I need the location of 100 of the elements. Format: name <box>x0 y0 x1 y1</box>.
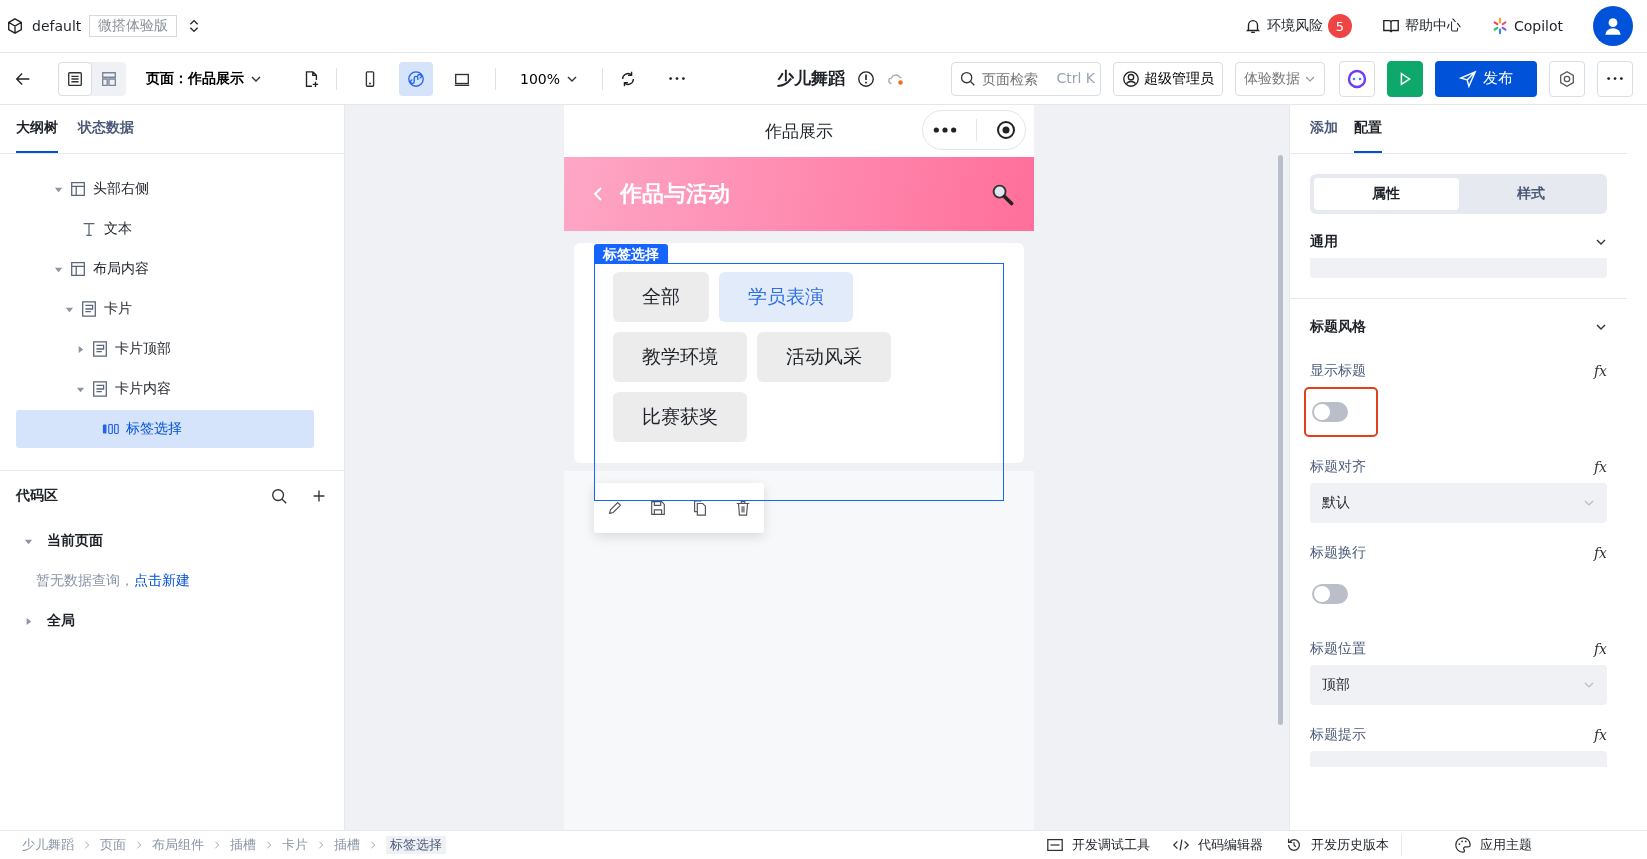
count-badge: 5 <box>1327 14 1352 38</box>
property-label: 标题对齐 <box>1310 458 1366 476</box>
workspace-name[interactable]: default <box>32 18 82 34</box>
palette-icon[interactable] <box>1454 836 1472 854</box>
search-icon[interactable] <box>270 487 288 505</box>
header-title: 作品与活动 <box>620 180 730 208</box>
expand-caret-icon[interactable] <box>24 616 33 626</box>
panel-tab[interactable]: 配置 <box>1354 105 1382 153</box>
chevron-right-icon <box>316 840 326 850</box>
formula-button[interactable]: fx <box>1593 641 1607 657</box>
capsule-menu[interactable] <box>922 110 1026 150</box>
notice-link[interactable]: 环境风险 <box>1266 17 1323 35</box>
component-label: 标签选择 <box>594 244 668 264</box>
app-name: 少儿舞蹈 <box>777 67 846 90</box>
section-title: 通用 <box>1310 233 1338 251</box>
toggle-switch[interactable] <box>1312 584 1348 604</box>
page-selector[interactable]: 页面：作品展示 <box>138 69 270 88</box>
tree-item[interactable]: 布局内容 <box>16 250 314 288</box>
card-icon <box>80 300 98 318</box>
avatar[interactable] <box>1593 6 1633 46</box>
target-icon[interactable] <box>995 120 1016 140</box>
card-icon <box>91 380 109 398</box>
tree-item[interactable]: 头部右侧 <box>16 170 314 208</box>
tag-chip[interactable]: 学员表演 <box>719 272 853 322</box>
selected-tree-item[interactable]: 标签选择 <box>16 410 314 448</box>
tree-item[interactable]: 文本 <box>16 210 314 248</box>
tree-item[interactable]: 卡片 <box>16 290 314 328</box>
toggle-switch[interactable] <box>1312 402 1348 422</box>
formula-button[interactable]: fx <box>1593 363 1607 379</box>
tag-chip[interactable]: 教学环境 <box>613 332 747 382</box>
run-button[interactable] <box>1387 60 1423 97</box>
save-icon[interactable] <box>648 499 667 517</box>
send-icon <box>1459 69 1477 88</box>
tool-link[interactable]: 开发调试工具 <box>1072 836 1150 854</box>
panel-tab[interactable]: 添加 <box>1310 105 1338 153</box>
chevron-right-icon <box>134 840 144 850</box>
sparkle-icon[interactable] <box>1490 17 1509 35</box>
card-icon <box>91 340 109 358</box>
layout-icon <box>69 180 87 198</box>
page-view-toggle[interactable] <box>58 61 92 96</box>
user-silhouette-icon <box>1602 15 1624 37</box>
tag-chip[interactable]: 活动风采 <box>757 332 891 382</box>
assistant-button[interactable] <box>1339 60 1375 97</box>
chevron-right-icon <box>212 840 222 850</box>
chevron-right-icon <box>368 840 378 850</box>
role-button[interactable]: 超级管理员 <box>1113 61 1223 96</box>
tool-link[interactable]: 应用主题 <box>1480 836 1532 854</box>
monitor-icon[interactable] <box>1046 836 1064 854</box>
book-icon[interactable] <box>1381 17 1400 35</box>
more-icon[interactable] <box>669 76 686 81</box>
tool-link[interactable]: 代码编辑器 <box>1198 836 1263 854</box>
warning-icon[interactable] <box>857 69 876 88</box>
tool-link[interactable]: 开发历史版本 <box>1311 836 1389 854</box>
scrollbar[interactable] <box>1278 155 1283 725</box>
publish-button[interactable]: 发布 <box>1435 60 1537 97</box>
settings-button[interactable] <box>1549 60 1585 97</box>
panel-tab[interactable]: 状态数据 <box>78 105 134 153</box>
empty-hint: 暂无数据查询， <box>36 572 134 590</box>
breadcrumb-item[interactable]: 标签选择 <box>386 836 446 854</box>
search-icon <box>959 69 976 87</box>
property-label: 标题提示 <box>1310 726 1366 744</box>
select-field[interactable]: 顶部 <box>1310 665 1607 705</box>
segment-tab[interactable]: 样式 <box>1458 178 1603 210</box>
select-field[interactable]: 默认 <box>1310 483 1607 523</box>
code-group[interactable]: 全局 <box>16 601 328 641</box>
robot-face-icon <box>1347 68 1367 89</box>
tag-chip[interactable]: 比赛获奖 <box>613 392 747 442</box>
cube-icon <box>6 17 24 35</box>
section-title: 代码区 <box>16 487 58 505</box>
panel-tab[interactable]: 大纲树 <box>16 105 58 153</box>
data-source-select[interactable]: 体验数据 <box>1235 61 1325 96</box>
page-title: 作品展示 <box>765 119 833 143</box>
layout-icon <box>100 69 118 88</box>
help-link[interactable]: 帮助中心 <box>1404 17 1461 35</box>
zoom-selector[interactable]: 100% <box>512 70 587 87</box>
formula-button[interactable]: fx <box>1593 545 1607 561</box>
tree-item[interactable]: 卡片内容 <box>16 370 314 408</box>
tag-chip[interactable]: 全部 <box>613 272 709 322</box>
copilot-link[interactable]: Copilot <box>1513 18 1563 34</box>
edition-tag: 微搭体验版 <box>89 15 178 37</box>
property-label: 标题换行 <box>1310 544 1366 562</box>
tree-item[interactable]: 卡片顶部 <box>16 330 314 368</box>
link-icon <box>407 69 425 88</box>
expand-caret-icon[interactable] <box>76 344 85 354</box>
settings-icon <box>1558 69 1576 88</box>
shortcut-hint: Ctrl K <box>1056 69 1095 86</box>
create-link[interactable]: 点击新建 <box>134 572 190 590</box>
segment-tab[interactable]: 属性 <box>1314 178 1459 210</box>
more-icon[interactable] <box>932 125 959 135</box>
document-icon <box>66 69 84 88</box>
formula-button[interactable]: fx <box>1593 727 1607 743</box>
chevron-right-icon <box>264 840 274 850</box>
property-label: 显示标题 <box>1310 362 1366 380</box>
chevron-right-icon <box>82 840 92 850</box>
miniapp-device-button[interactable] <box>399 61 433 96</box>
user-icon <box>1122 69 1140 88</box>
code-group[interactable]: 当前页面 <box>16 521 328 561</box>
history-icon[interactable] <box>1285 836 1303 854</box>
magnifier-icon[interactable] <box>990 182 1014 206</box>
formula-button[interactable]: fx <box>1593 459 1607 475</box>
